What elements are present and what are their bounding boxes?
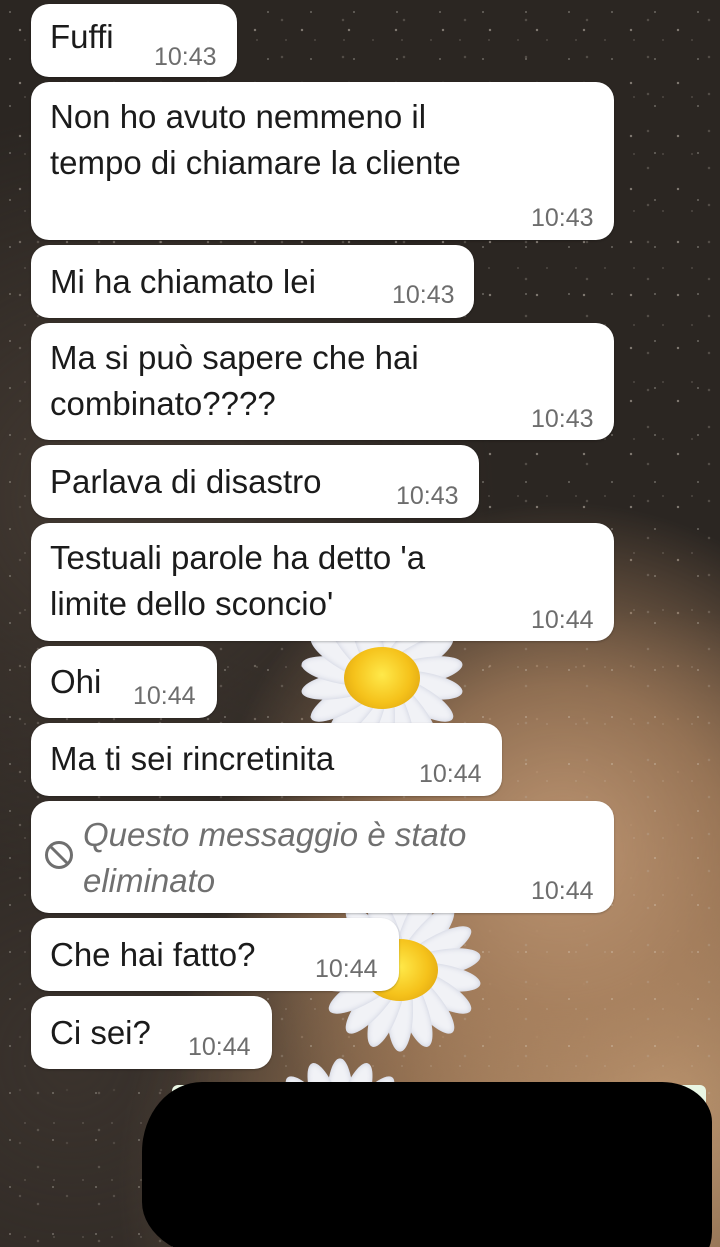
message-time: 10:44 [531, 877, 594, 905]
blocked-icon [45, 841, 73, 869]
message-text: Testuali parole ha detto 'a limite dello… [50, 539, 426, 622]
message-text: Non ho avuto nemmeno il tempo di chiamar… [50, 98, 461, 181]
message-time: 10:44 [133, 682, 196, 710]
message-bubble[interactable]: Mi ha chiamato lei 10:43 [31, 245, 474, 318]
message-time: 10:43 [531, 405, 594, 433]
message-bubble[interactable]: Fuffi 10:43 [31, 4, 237, 77]
message-time: 10:44 [531, 606, 594, 634]
message-time: 10:43 [396, 482, 459, 510]
message-bubble[interactable]: Che hai fatto? 10:44 [31, 918, 399, 991]
deleted-message-text: Questo messaggio è stato eliminato [83, 816, 467, 899]
chat-message-list[interactable]: Fuffi 10:43 Non ho avuto nemmeno il temp… [0, 0, 720, 1247]
message-bubble[interactable]: Parlava di disastro 10:43 [31, 445, 479, 518]
message-time: 10:44 [419, 760, 482, 788]
message-time: 10:43 [392, 281, 455, 309]
message-text: Ma si può sapere che hai combinato???? [50, 339, 419, 422]
message-text: Mi ha chiamato lei [50, 263, 316, 300]
message-bubble[interactable]: Ma si può sapere che hai combinato???? 1… [31, 323, 614, 440]
message-bubble[interactable]: Testuali parole ha detto 'a limite dello… [31, 523, 614, 641]
message-text: Parlava di disastro [50, 463, 322, 500]
message-bubble[interactable]: Ci sei? 10:44 [31, 996, 272, 1069]
deleted-message-bubble[interactable]: Questo messaggio è stato eliminato 10:44 [31, 801, 614, 913]
message-text: Ci sei? [50, 1014, 151, 1051]
message-text: Ohi [50, 663, 102, 700]
message-bubble[interactable]: Ma ti sei rincretinita 10:44 [31, 723, 502, 796]
message-text: Ma ti sei rincretinita [50, 740, 335, 777]
message-bubble[interactable]: Non ho avuto nemmeno il tempo di chiamar… [31, 82, 614, 240]
message-time: 10:44 [315, 955, 378, 983]
message-text: Fuffi [50, 18, 114, 55]
message-text: Che hai fatto? [50, 936, 256, 973]
message-time: 10:43 [531, 204, 594, 232]
message-bubble[interactable]: Ohi 10:44 [31, 646, 217, 718]
redaction-blot [142, 1082, 712, 1247]
message-time: 10:44 [188, 1033, 251, 1061]
message-time: 10:43 [154, 43, 217, 71]
